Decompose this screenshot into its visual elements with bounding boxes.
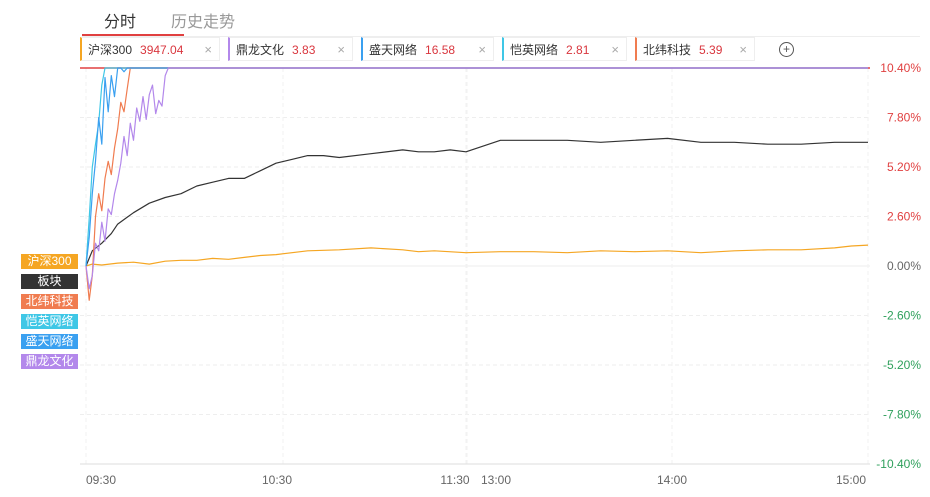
x-tick-label: 15:00 <box>836 473 866 487</box>
series-line <box>85 137 868 267</box>
y-tick-label: -7.80% <box>883 408 921 422</box>
series-line <box>85 67 868 267</box>
series-line <box>85 244 869 267</box>
y-tick-label: -10.40% <box>876 457 921 471</box>
y-tick-label: -5.20% <box>883 358 921 372</box>
x-tick-label: 09:30 <box>86 473 116 487</box>
intraday-chart: 10.40% 7.80% 5.20% 2.60% 0.00% -2.60% -5.20% -7… <box>80 61 921 487</box>
x-tick-label: 10:30 <box>262 473 292 487</box>
y-tick-label: 5.20% <box>887 160 921 174</box>
x-tick-label: 14:00 <box>657 473 687 487</box>
x-tick-label: 13:00 <box>481 473 511 487</box>
y-tick-label: 10.40% <box>880 61 921 75</box>
x-tick-label: 11:30 <box>440 473 469 487</box>
y-tick-label: -2.60% <box>883 309 921 323</box>
y-tick-label: 0.00% <box>887 259 921 273</box>
y-tick-label: 7.80% <box>887 111 921 125</box>
series-line <box>85 67 868 290</box>
y-tick-label: 2.60% <box>887 210 921 224</box>
series-line <box>85 67 868 267</box>
